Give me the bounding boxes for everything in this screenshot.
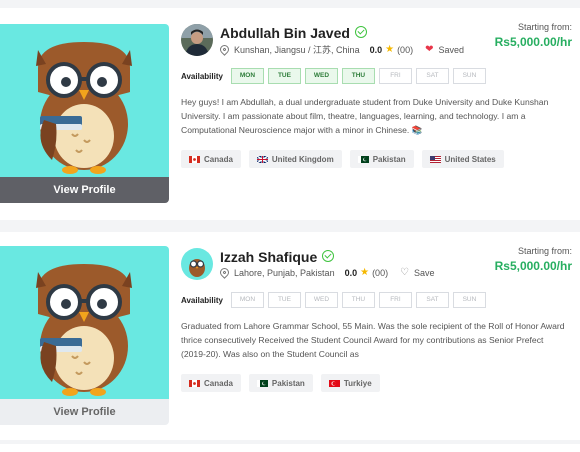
check-circle-icon	[354, 26, 367, 38]
tutor-photo[interactable]	[0, 24, 169, 177]
uk-flag-icon	[256, 155, 268, 163]
day-badge-wed: WED	[304, 68, 338, 84]
country-tag-pakistan: Pakistan	[248, 374, 313, 392]
hourly-price: Rs5,000.00/hr	[494, 35, 572, 49]
day-badge-sun: SUN	[452, 292, 486, 308]
tutor-bio: Graduated from Lahore Grammar School, 55…	[181, 321, 565, 359]
day-badge-thu: THU	[341, 68, 375, 84]
day-badge-sat: SAT	[415, 292, 449, 308]
star-icon: ★	[385, 44, 395, 55]
save-label[interactable]: Saved	[438, 45, 464, 55]
country-tags: Canada United Kingdom Pakistan United St…	[181, 150, 512, 168]
day-badge-fri: FRI	[378, 292, 412, 308]
day-badge-tue: TUE	[267, 292, 301, 308]
canada-flag-icon	[189, 155, 200, 163]
turkiye-flag-icon	[328, 379, 340, 387]
day-badge-thu: THU	[341, 292, 375, 308]
day-badge-mon: MON	[230, 68, 264, 84]
tutor-meta: Lahore, Punjab, Pakistan 0.0 ★ (00) ♡ Sa…	[218, 266, 435, 279]
country-tag-united-kingdom: United Kingdom	[248, 150, 342, 168]
tutor-photo-area: View Profile	[0, 24, 169, 203]
canada-flag-icon	[189, 379, 200, 387]
map-pin-icon	[218, 43, 231, 56]
tutor-name[interactable]: Abdullah Bin Javed	[220, 25, 367, 41]
day-badge-wed: WED	[304, 292, 338, 308]
availability-label: Availability	[181, 71, 223, 81]
tutor-bio: Hey guys! I am Abdullah, a dual undergra…	[181, 97, 549, 135]
country-tag-pakistan: Pakistan	[349, 150, 414, 168]
owl-mascot-image	[0, 24, 169, 177]
hourly-price: Rs5,000.00/hr	[494, 259, 572, 273]
tutor-photo-area: View Profile	[0, 246, 169, 425]
pakistan-flag-icon	[357, 155, 369, 163]
tutor-card: View Profile Abdullah Bin Javed Kunshan,…	[0, 8, 580, 220]
country-tag-canada: Canada	[181, 374, 241, 392]
day-badge-sat: SAT	[415, 68, 449, 84]
tutor-card: View Profile Izzah Shafique Lahore, Punj…	[0, 232, 580, 440]
availability-row: Availability MON TUE WED THU FRI SAT SUN	[181, 68, 490, 84]
avatar[interactable]	[181, 248, 213, 280]
tutor-location: Kunshan, Jiangsu / 江苏, China	[234, 45, 360, 55]
rating-value: 0.0	[344, 267, 358, 278]
country-tags: Canada Pakistan Turkiye	[181, 374, 388, 392]
pakistan-flag-icon	[256, 379, 268, 387]
availability-label: Availability	[181, 295, 223, 305]
starting-from-label: Starting from:	[517, 22, 572, 32]
tutor-meta: Kunshan, Jiangsu / 江苏, China 0.0 ★ (00) …	[218, 43, 464, 56]
day-badge-mon: MON	[230, 292, 264, 308]
review-count: (00)	[372, 267, 389, 278]
heart-icon[interactable]: ♡	[400, 267, 409, 278]
day-badge-tue: TUE	[267, 68, 301, 84]
owl-mascot-image	[0, 246, 169, 399]
tutor-location: Lahore, Punjab, Pakistan	[234, 267, 335, 278]
availability-row: Availability MON TUE WED THU FRI SAT SUN	[181, 292, 490, 308]
next-tutor-card	[0, 444, 580, 452]
view-profile-button[interactable]: View Profile	[0, 177, 169, 203]
star-icon: ★	[360, 267, 370, 278]
map-pin-icon	[218, 266, 231, 279]
starting-from-label: Starting from:	[517, 246, 572, 256]
heart-icon[interactable]: ❤	[425, 44, 433, 55]
save-label[interactable]: Save	[414, 268, 435, 278]
day-badge-sun: SUN	[452, 68, 486, 84]
day-badge-fri: FRI	[378, 68, 412, 84]
tutor-photo[interactable]	[0, 246, 169, 399]
us-flag-icon	[429, 155, 441, 163]
country-tag-united-states: United States	[421, 150, 504, 168]
rating-value: 0.0	[369, 44, 383, 55]
country-tag-canada: Canada	[181, 150, 241, 168]
tutor-name[interactable]: Izzah Shafique	[220, 249, 335, 265]
review-count: (00)	[397, 44, 414, 55]
check-circle-icon	[322, 250, 335, 262]
country-tag-turkiye: Turkiye	[320, 374, 380, 392]
view-profile-button[interactable]: View Profile	[0, 399, 169, 425]
avatar[interactable]	[181, 24, 213, 56]
